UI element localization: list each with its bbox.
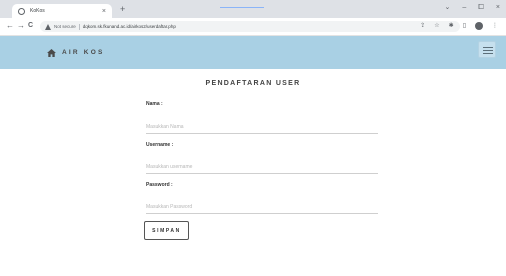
- new-tab-button[interactable]: +: [120, 5, 125, 14]
- browser-toolbar: ← → C Not secure dqkom.sk.fkunand.ac.id/…: [0, 18, 506, 36]
- security-label[interactable]: Not secure: [54, 24, 76, 29]
- hamburger-line: [483, 53, 493, 54]
- password-label: Password :: [146, 182, 173, 188]
- close-window-icon[interactable]: ×: [496, 3, 500, 13]
- maximize-icon[interactable]: ⧠: [478, 3, 484, 13]
- minimize-icon[interactable]: –: [462, 3, 466, 13]
- tab-close-icon[interactable]: ×: [102, 8, 106, 15]
- home-icon: [47, 48, 56, 57]
- favicon-icon: [18, 7, 25, 15]
- window-controls: ⌄ – ⧠ ×: [445, 3, 500, 13]
- tab-search-icon[interactable]: ⌄: [445, 3, 451, 13]
- warning-icon: [45, 23, 51, 30]
- forward-icon[interactable]: →: [17, 21, 25, 31]
- brand-name: AIR KOS: [62, 49, 105, 56]
- name-label: Nama :: [146, 101, 163, 107]
- tab-title: KoKos: [30, 8, 45, 14]
- back-icon[interactable]: ←: [6, 21, 14, 31]
- star-icon[interactable]: ☆: [434, 21, 439, 31]
- omnibox-divider: [78, 23, 80, 30]
- address-bar[interactable]: Not secure dqkom.sk.fkunand.ac.id/airkos…: [40, 21, 460, 32]
- username-input[interactable]: [146, 161, 378, 174]
- extensions-icon[interactable]: ✱: [449, 21, 454, 31]
- share-icon[interactable]: ⇪: [420, 21, 425, 31]
- browser-window: KoKos × + ⌄ – ⧠ × ← → C Not secure dqkom…: [0, 0, 506, 276]
- browser-tab[interactable]: KoKos ×: [12, 4, 112, 18]
- hamburger-menu-button[interactable]: [478, 41, 496, 58]
- profile-avatar-icon[interactable]: [475, 22, 483, 30]
- site-navbar: AIR KOS: [0, 36, 506, 69]
- toolbar-icons: ⇪ ☆ ✱ ▯ ⋮: [420, 21, 498, 31]
- name-input[interactable]: [146, 121, 378, 134]
- sidebar-icon[interactable]: ▯: [463, 21, 466, 31]
- hamburger-line: [483, 50, 493, 51]
- hamburger-menu-icon: [483, 47, 493, 48]
- menu-icon[interactable]: ⋮: [492, 21, 498, 31]
- tab-strip: KoKos × + ⌄ – ⧠ ×: [0, 0, 506, 18]
- loading-indicator: [220, 7, 264, 8]
- username-label: Username :: [146, 142, 174, 148]
- password-input[interactable]: [146, 201, 378, 214]
- save-button[interactable]: SIMPAN: [144, 221, 189, 240]
- brand-link[interactable]: AIR KOS: [47, 48, 105, 57]
- page-title: PENDAFTARAN USER: [205, 80, 301, 87]
- reload-icon[interactable]: C: [28, 21, 33, 31]
- url-text[interactable]: dqkom.sk.fkunand.ac.id/airkos2/userdafta…: [83, 24, 176, 29]
